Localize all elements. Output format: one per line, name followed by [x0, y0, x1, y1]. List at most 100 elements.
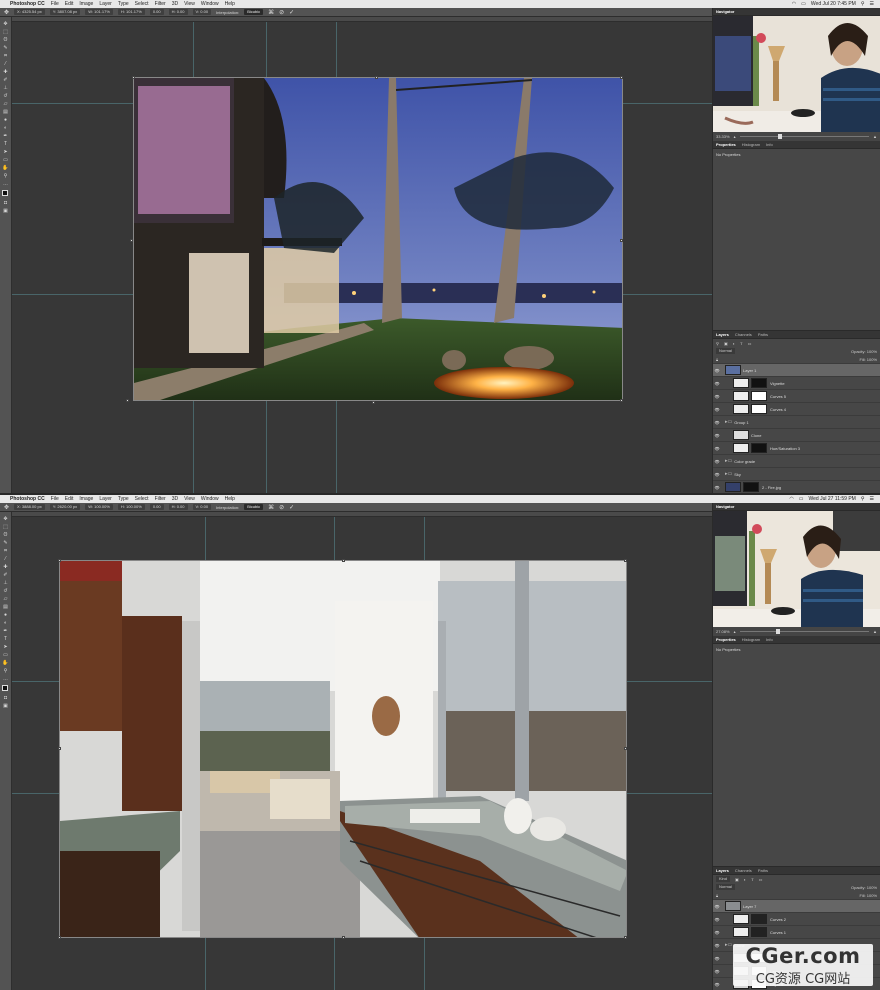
folder-icon[interactable]: ▸▭ — [725, 471, 732, 477]
menu-window[interactable]: Window — [201, 496, 219, 502]
folder-icon[interactable]: ▸▭ — [725, 942, 732, 948]
more-tools-icon[interactable]: … — [1, 180, 10, 187]
eyedropper-tool-icon[interactable]: ⁄ — [1, 555, 10, 562]
wifi-icon[interactable]: ◠ — [789, 496, 793, 502]
quick-mask-icon[interactable]: ◘ — [1, 694, 10, 701]
menu-edit[interactable]: Edit — [65, 1, 74, 7]
layer-row[interactable]: 👁︎ Curves 2 — [713, 912, 880, 925]
shape-tool-icon[interactable]: ▭ — [1, 651, 10, 658]
pen-tool-icon[interactable]: ✒ — [1, 132, 10, 139]
marquee-tool-icon[interactable]: ⬚ — [1, 523, 10, 530]
type-tool-icon[interactable]: T — [1, 140, 10, 147]
layer-kind-select[interactable]: Kind — [716, 876, 731, 882]
layer-mask-thumbnail[interactable] — [743, 482, 759, 492]
tab-properties[interactable]: Properties — [716, 637, 736, 642]
zoom-in-icon[interactable]: ▲ — [873, 134, 877, 139]
layer-thumbnail[interactable] — [733, 443, 749, 453]
visibility-eye-icon[interactable]: 👁︎ — [713, 956, 721, 961]
color-swatches[interactable] — [1, 190, 10, 198]
menu-type[interactable]: Type — [118, 1, 129, 7]
transform-handle[interactable] — [342, 559, 345, 562]
clone-stamp-tool-icon[interactable]: ⊥ — [1, 579, 10, 586]
warp-mode-icon[interactable]: ⌘ — [268, 9, 274, 16]
width-field[interactable]: W: 101.17% — [85, 9, 113, 15]
layer-row[interactable]: 👁︎ ▸▭ Color grade — [713, 454, 880, 467]
cancel-transform-icon[interactable]: ⊘ — [279, 504, 284, 511]
crop-tool-icon[interactable]: ⌗ — [1, 547, 10, 554]
move-tool-icon[interactable]: ✥ — [1, 20, 10, 27]
zoom-out-icon[interactable]: ▴ — [734, 629, 736, 634]
layer-thumbnail[interactable] — [733, 378, 749, 388]
filter-pixel-icon[interactable]: ▣ — [735, 877, 739, 882]
quick-mask-icon[interactable]: ◘ — [1, 199, 10, 206]
layer-row[interactable]: 👁︎ Layer 7 — [713, 899, 880, 912]
menu-help[interactable]: Help — [225, 1, 235, 7]
navigator-zoom-value[interactable]: 33.33% — [716, 134, 730, 139]
shape-tool-icon[interactable]: ▭ — [1, 156, 10, 163]
filter-type-icon[interactable]: T — [751, 877, 753, 882]
layer-mask-thumbnail[interactable] — [751, 378, 767, 388]
layer-name[interactable]: 2 - Fire.jpg — [762, 485, 781, 490]
transform-handle[interactable] — [342, 936, 345, 939]
tab-histogram[interactable]: Histogram — [742, 637, 760, 642]
layer-mask-thumbnail[interactable] — [751, 391, 767, 401]
fill-field[interactable]: Fill: 100% — [859, 893, 877, 898]
eraser-tool-icon[interactable]: ▱ — [1, 595, 10, 602]
visibility-eye-icon[interactable]: 👁︎ — [713, 943, 721, 948]
lock-icon[interactable]: 🔒︎ — [716, 893, 718, 898]
visibility-eye-icon[interactable]: 👁︎ — [713, 472, 721, 477]
layer-row[interactable]: 👁︎ ▸▭ Group 1 — [713, 415, 880, 428]
app-name-menu[interactable]: Photoshop CC — [10, 496, 45, 502]
interpolation-select[interactable]: Bicubic — [244, 504, 264, 510]
transform-handle[interactable] — [58, 936, 61, 939]
zoom-tool-icon[interactable]: ⚲ — [1, 667, 10, 674]
layer-thumbnail[interactable] — [725, 482, 741, 492]
visibility-eye-icon[interactable]: 👁︎ — [713, 381, 721, 386]
move-tool-icon[interactable]: ✥ — [1, 515, 10, 522]
tab-histogram[interactable]: Histogram — [742, 142, 760, 147]
crop-tool-icon[interactable]: ⌗ — [1, 52, 10, 59]
menu-edit[interactable]: Edit — [65, 496, 74, 502]
menu-layer[interactable]: Layer — [99, 1, 112, 7]
tab-channels[interactable]: Channels — [735, 868, 752, 873]
layer-name[interactable]: Curves 1 — [770, 930, 786, 935]
app-name-menu[interactable]: Photoshop CC — [10, 1, 45, 7]
menu-filter[interactable]: Filter — [155, 1, 166, 7]
hskew-field[interactable]: H: 0.00 — [168, 9, 188, 15]
path-select-tool-icon[interactable]: ➤ — [1, 643, 10, 650]
opacity-field[interactable]: Opacity: 100% — [851, 885, 877, 890]
layer-row[interactable]: 👁︎ Curves 1 — [713, 925, 880, 938]
marquee-tool-icon[interactable]: ⬚ — [1, 28, 10, 35]
navigator-zoom-value[interactable]: 27.08% — [716, 629, 730, 634]
brush-tool-icon[interactable]: ✐ — [1, 571, 10, 578]
commit-transform-icon[interactable]: ✓ — [289, 504, 294, 511]
fill-field[interactable]: Fill: 100% — [859, 357, 877, 362]
transform-handle[interactable] — [624, 559, 627, 562]
zoom-tool-icon[interactable]: ⚲ — [1, 172, 10, 179]
width-field[interactable]: W: 100.00% — [85, 504, 113, 510]
menu-file[interactable]: File — [51, 1, 59, 7]
visibility-eye-icon[interactable]: 👁︎ — [713, 407, 721, 412]
transform-handle[interactable] — [620, 399, 623, 402]
x-position-field[interactable]: X: 3888.00 px — [14, 504, 45, 510]
warp-mode-icon[interactable]: ⌘ — [268, 504, 274, 511]
gradient-tool-icon[interactable]: ▤ — [1, 603, 10, 610]
layer-name[interactable]: Clone — [751, 433, 761, 438]
battery-icon[interactable]: ▭ — [801, 1, 806, 7]
dodge-tool-icon[interactable]: ◐ — [1, 619, 10, 626]
vskew-field[interactable]: V: 0.00 — [192, 9, 212, 15]
menu-3d[interactable]: 3D — [172, 496, 178, 502]
history-brush-tool-icon[interactable]: ↺ — [1, 587, 10, 594]
filter-adjust-icon[interactable]: ◐ — [733, 341, 735, 346]
visibility-eye-icon[interactable]: 👁︎ — [713, 982, 721, 987]
height-field[interactable]: H: 101.17% — [117, 9, 145, 15]
layer-thumbnail[interactable] — [733, 391, 749, 401]
tab-info[interactable]: Info — [766, 637, 773, 642]
tab-paths[interactable]: Paths — [758, 332, 768, 337]
filter-adjust-icon[interactable]: ◐ — [744, 877, 746, 882]
menu-image[interactable]: Image — [79, 496, 93, 502]
wifi-icon[interactable]: ◠ — [792, 1, 796, 7]
zoom-slider[interactable] — [739, 629, 870, 634]
transform-handle[interactable] — [372, 401, 375, 404]
battery-icon[interactable]: ▭ — [799, 496, 804, 502]
